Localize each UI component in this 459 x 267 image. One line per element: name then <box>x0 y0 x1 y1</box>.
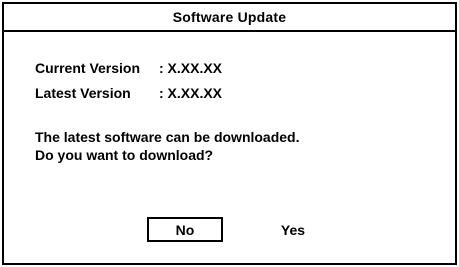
latest-version-row: Latest Version : X.XX.XX <box>35 85 222 101</box>
latest-version-value: : X.XX.XX <box>159 85 223 101</box>
software-update-dialog: Software Update Current Version : X.XX.XX… <box>2 2 457 265</box>
current-version-label: Current Version <box>35 60 141 76</box>
yes-button[interactable]: Yes <box>270 217 316 242</box>
message-line-1: The latest software can be downloaded. <box>35 129 300 145</box>
current-version-row: Current Version : X.XX.XX <box>35 60 222 76</box>
current-version-value: : X.XX.XX <box>159 60 223 76</box>
download-prompt-message: The latest software can be downloaded. D… <box>35 128 300 164</box>
dialog-title: Software Update <box>4 4 455 32</box>
latest-version-label: Latest Version <box>35 85 131 101</box>
no-button[interactable]: No <box>147 217 223 242</box>
message-line-2: Do you want to download? <box>35 147 214 163</box>
